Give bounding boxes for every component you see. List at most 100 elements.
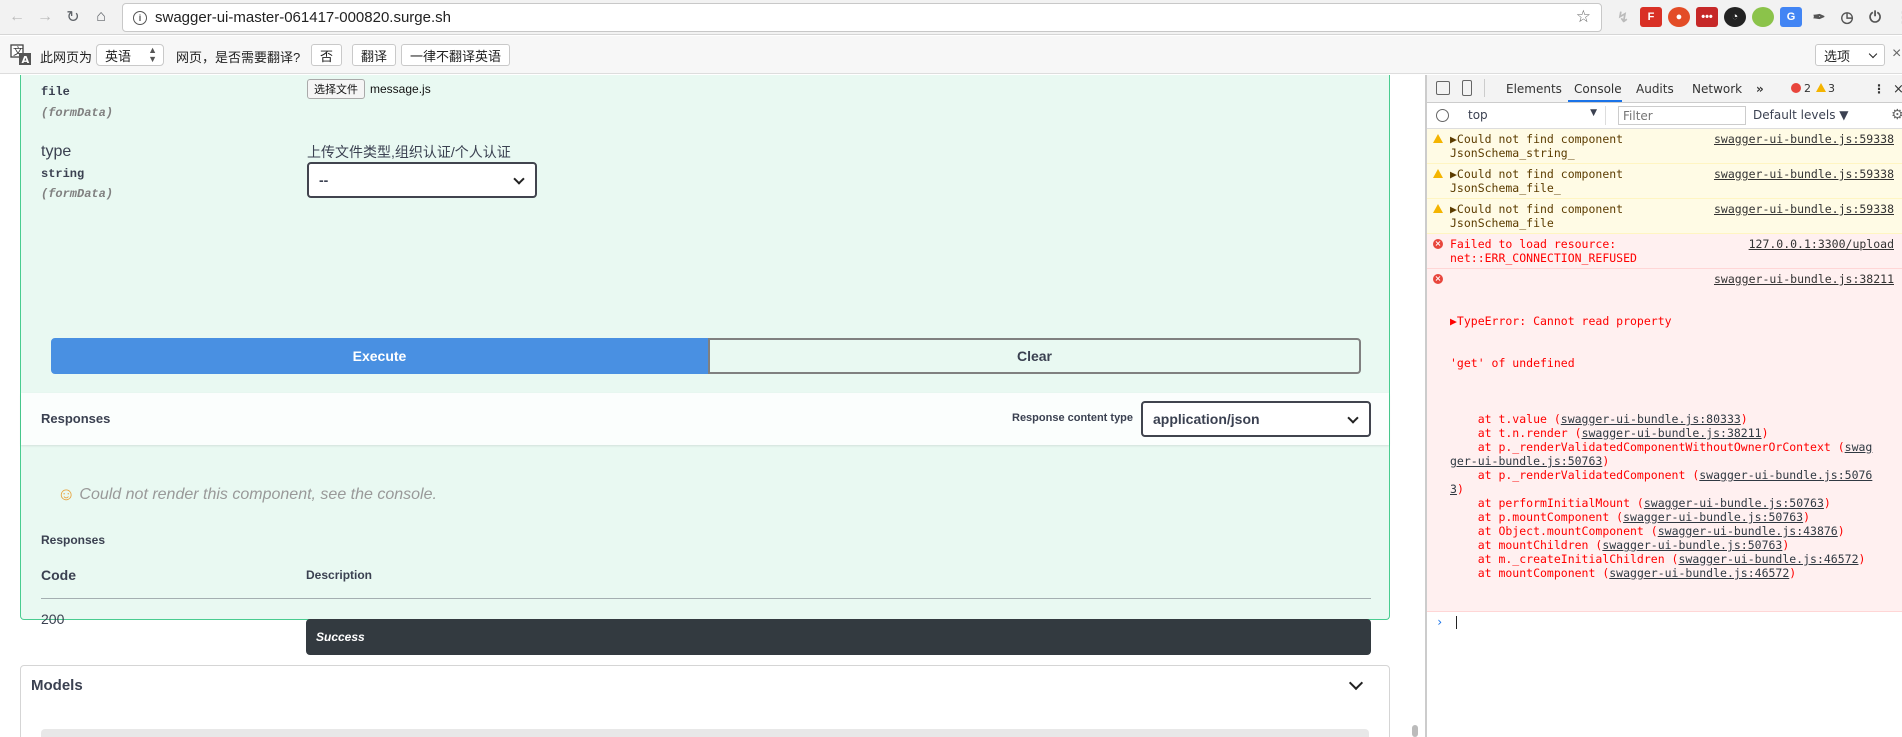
stack-source-link[interactable]: swagger-ui-bundle.js:5076 (1699, 468, 1872, 482)
options-label: 选项 (1824, 48, 1851, 64)
message-text: JsonSchema_string_ (1450, 146, 1575, 160)
stack-line: at t.value (swagger-ui-bundle.js:80333) (1450, 412, 1892, 426)
circle-extension-icon[interactable] (1752, 7, 1774, 27)
updown-icon: ▲ ▼ (148, 45, 157, 64)
forward-icon[interactable]: → (34, 6, 56, 28)
warning-count[interactable]: 3 (1828, 82, 1835, 95)
home-icon[interactable]: ⌂ (90, 6, 112, 28)
address-bar[interactable]: i swagger-ui-master-061417-000820.surge.… (122, 3, 1602, 32)
settings-gear-icon[interactable]: ⚙ (1891, 107, 1902, 123)
stack-source-link[interactable]: swagger-ui-bundle.js:46572 (1609, 566, 1789, 580)
info-icon[interactable]: i (133, 10, 147, 25)
stack-source-link[interactable]: swagger-ui-bundle.js:50763 (1602, 538, 1782, 552)
power-extension-icon[interactable]: ⏻ (1864, 7, 1886, 27)
message-source-link[interactable]: 127.0.0.1:3300/upload (1749, 237, 1894, 251)
stack-source-link[interactable]: swagger-ui-bundle.js:80333 (1561, 412, 1741, 426)
never-translate-button[interactable]: 一律不翻译英语 (401, 44, 511, 66)
bookmark-star-icon[interactable]: ☆ (1576, 7, 1591, 27)
devtools-panel: Elements Console Audits Network » 2 3 ⋮ … (1425, 75, 1902, 737)
console-filter-input[interactable] (1618, 106, 1746, 125)
more-tabs-icon[interactable]: » (1756, 82, 1764, 96)
stack-source-link[interactable]: swagger-ui-bundle.js:46572 (1678, 552, 1858, 566)
chevron-down-icon (513, 173, 525, 185)
f-extension-icon[interactable]: F (1640, 7, 1662, 27)
col-description: Description (306, 568, 373, 582)
message-text: JsonSchema_file_ (1450, 181, 1561, 195)
menu-icon[interactable]: ⋮ (1892, 7, 1902, 27)
stack-function: at performInitialMount ( (1450, 496, 1644, 510)
message-source-link[interactable]: swagger-ui-bundle.js:38211 (1714, 272, 1894, 286)
eyedropper-extension-icon[interactable]: ✒ (1808, 7, 1830, 27)
svg-text:A: A (22, 55, 30, 66)
levels-select[interactable]: Default levels ▼ (1753, 108, 1849, 122)
console-message: ▶Could not find component JsonSchema_fil… (1426, 164, 1902, 199)
shield-extension-icon[interactable]: ● (1668, 7, 1690, 27)
device-toolbar-icon[interactable] (1462, 80, 1472, 96)
stack-source-link[interactable]: swagger-ui-bundle.js:50763 (1644, 496, 1824, 510)
warning-icon (1433, 169, 1443, 178)
options-button[interactable]: 选项 (1815, 44, 1885, 66)
tab-console[interactable]: Console (1574, 82, 1622, 96)
dots-extension-icon[interactable]: ••• (1696, 7, 1718, 27)
devtools-divider[interactable] (1426, 75, 1427, 737)
language-select[interactable]: 英语 ▲ ▼ (96, 44, 164, 66)
stack-source-link[interactable]: 3 (1450, 482, 1457, 496)
clear-console-icon[interactable] (1436, 109, 1449, 122)
back-icon[interactable]: ← (6, 6, 28, 28)
tab-network[interactable]: Network (1692, 82, 1742, 96)
console-message: × Failed to load resource: net::ERR_CONN… (1426, 234, 1902, 269)
choose-file-button[interactable]: 选择文件 (307, 79, 365, 99)
context-select[interactable]: top ▼ (1468, 106, 1606, 125)
console-message: × ▶TypeError: Cannot read property 'get'… (1426, 269, 1902, 612)
message-source-link[interactable]: swagger-ui-bundle.js:59338 (1714, 202, 1894, 216)
stack-source-link[interactable]: swagger-ui-bundle.js:50763 (1623, 510, 1803, 524)
chevron-down-icon[interactable] (1348, 675, 1364, 691)
inspect-icon[interactable] (1436, 81, 1450, 95)
param-in: (formData) (41, 106, 114, 120)
error-count[interactable]: 2 (1804, 82, 1811, 95)
language-value: 英语 (105, 48, 132, 64)
clock-extension-icon[interactable]: ◷ (1836, 7, 1858, 27)
response-description-box: Success (306, 619, 1371, 655)
stack-source-link[interactable]: ger-ui-bundle.js:50763 (1450, 454, 1602, 468)
reload-icon[interactable]: ↻ (62, 6, 84, 28)
model-container (41, 729, 1369, 737)
no-button[interactable]: 否 (311, 44, 343, 66)
content-type-select[interactable]: application/json (1141, 401, 1371, 437)
stack-function: at mountComponent ( (1450, 566, 1610, 580)
stack-line: at t.n.render (swagger-ui-bundle.js:3821… (1450, 426, 1892, 440)
message-source-link[interactable]: swagger-ui-bundle.js:59338 (1714, 167, 1894, 181)
gauge-extension-icon[interactable]: ◔ (1724, 7, 1746, 27)
stack-source-link[interactable]: swagger-ui-bundle.js:38211 (1582, 426, 1762, 440)
close-icon[interactable]: × (1892, 45, 1901, 63)
message-text: 'get' of undefined (1450, 356, 1575, 370)
message-text: JsonSchema_file (1450, 216, 1554, 230)
tab-audits[interactable]: Audits (1636, 82, 1674, 96)
stack-tail: ) (1837, 524, 1845, 538)
message-text[interactable]: ▶TypeError: Cannot read property (1450, 314, 1892, 328)
kebab-menu-icon[interactable]: ⋮ (1873, 82, 1885, 96)
stack-tail: ) (1602, 454, 1610, 468)
console-prompt[interactable]: › (1426, 612, 1902, 632)
stack-function: at Object.mountComponent ( (1450, 524, 1658, 538)
tab-elements[interactable]: Elements (1506, 82, 1562, 96)
stack-source-link[interactable]: swag (1845, 440, 1873, 454)
close-devtools-icon[interactable]: × (1893, 82, 1902, 97)
translate-button[interactable]: 翻译 (352, 44, 397, 66)
models-section[interactable]: Models (20, 665, 1390, 737)
type-select[interactable]: -- (307, 162, 537, 198)
file-param-name: file (formData) (41, 85, 113, 120)
content-type-value: application/json (1153, 411, 1260, 427)
file-input: 选择文件 message.js (307, 79, 431, 99)
clear-button[interactable]: Clear (708, 338, 1361, 374)
prompt-cursor (1456, 616, 1458, 629)
stack-tail: ) (1761, 426, 1769, 440)
stack-source-link[interactable]: swagger-ui-bundle.js:43876 (1658, 524, 1838, 538)
bolt-extension-icon[interactable]: ↯ (1612, 7, 1634, 27)
page-scrollbar[interactable] (1412, 725, 1418, 737)
message-source-link[interactable]: swagger-ui-bundle.js:59338 (1714, 132, 1894, 146)
translate-extension-icon[interactable]: G (1780, 7, 1802, 27)
execute-button[interactable]: Execute (51, 338, 708, 374)
stack-function: at p._renderValidatedComponentWithoutOwn… (1450, 440, 1845, 454)
url-text: swagger-ui-master-061417-000820.surge.sh (155, 9, 452, 26)
